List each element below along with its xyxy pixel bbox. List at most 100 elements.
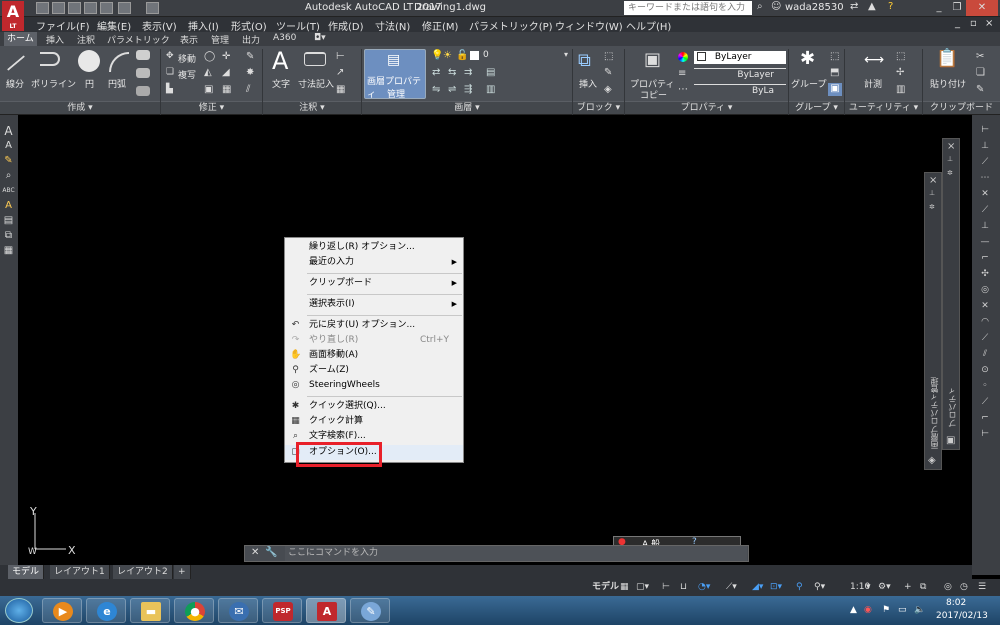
tab-manage[interactable]: 管理 xyxy=(211,33,229,46)
menu-help[interactable]: ヘルプ(H) xyxy=(626,18,671,33)
fillet-icon[interactable]: ◢ xyxy=(222,67,230,78)
group-icon[interactable]: ✱ xyxy=(800,48,815,69)
text-scale-icon[interactable]: A xyxy=(2,200,15,212)
polar-icon[interactable]: ⊔ xyxy=(680,581,687,594)
panel-draw-title[interactable]: 作成 ▾ xyxy=(0,101,160,114)
user-icon[interactable]: ☺ xyxy=(771,1,781,12)
osnap-from-icon[interactable]: ⌐ xyxy=(978,413,992,425)
palette-settings-icon[interactable]: ✲ xyxy=(929,203,935,211)
layer-palette-icon[interactable]: ◈ xyxy=(928,455,936,466)
osnap-apparent-icon[interactable]: ✕ xyxy=(978,189,992,201)
match-properties-icon[interactable]: ▣ xyxy=(644,49,661,70)
isodraft-icon[interactable]: ◔▾ xyxy=(698,581,710,594)
palette-pin-icon[interactable]: ⊥ xyxy=(929,189,935,197)
panel-clipboard-title[interactable]: クリップボード xyxy=(923,101,1000,114)
taskbar-chrome[interactable]: ● xyxy=(174,598,214,623)
tab-parametric[interactable]: パラメトリック xyxy=(107,33,170,46)
osnap-node-icon[interactable]: ⌐ xyxy=(978,253,992,265)
tab-layout1[interactable]: レイアウト1 xyxy=(50,565,110,579)
osnap-midpoint-icon[interactable]: ⊥ xyxy=(978,141,992,153)
menu-tools[interactable]: ツール(T) xyxy=(276,18,320,33)
lineweight-dropdown[interactable]: ByLayer xyxy=(694,68,786,81)
ctx-recent-input[interactable]: 最近の入力 ▶ xyxy=(285,255,463,270)
layer-manager-palette[interactable]: × ⊥ ✲ 画層プロパティ管理 ◈ xyxy=(924,172,942,470)
circle-icon[interactable] xyxy=(78,50,100,72)
ctx-repeat-options[interactable]: 繰り返し(R) オプション... xyxy=(285,240,463,255)
group-tool-label[interactable]: グループ xyxy=(791,77,826,90)
hatch-icon[interactable] xyxy=(136,68,150,78)
panel-modify-title[interactable]: 修正 ▾ xyxy=(161,101,262,114)
lineweight-icon[interactable]: ≡ xyxy=(678,68,686,79)
osnap-nearest-icon[interactable]: ⟋ xyxy=(978,333,992,345)
arc-tool-label[interactable]: 円弧 xyxy=(108,77,126,90)
linetype-dropdown[interactable]: ByLa xyxy=(694,84,786,97)
cut-icon[interactable]: ✂ xyxy=(976,51,984,62)
copy-clip-icon[interactable]: ❏ xyxy=(976,67,985,78)
menu-view[interactable]: 表示(V) xyxy=(142,18,177,33)
customize-icon[interactable]: ☰ xyxy=(978,581,986,594)
layer-tool-5-icon[interactable]: ⇋ xyxy=(432,84,440,95)
plus-icon[interactable]: + xyxy=(904,581,912,594)
osnap-extension-icon[interactable]: ⋯ xyxy=(978,173,992,185)
tab-model[interactable]: モデル xyxy=(8,565,45,579)
search-input[interactable]: キーワードまたは語句を入力 xyxy=(624,1,752,15)
osnap-tangent2-icon[interactable]: ◠ xyxy=(978,317,992,329)
menu-parametric[interactable]: パラメトリック(P) xyxy=(469,18,553,33)
text-style-icon[interactable]: A xyxy=(2,125,15,137)
ctx-redo[interactable]: ↷ やり直し(R) Ctrl+Y xyxy=(285,333,463,348)
group-edit-icon[interactable]: ⬒ xyxy=(830,67,839,78)
layer-tool-2-icon[interactable]: ⇆ xyxy=(448,67,456,78)
paste-icon[interactable]: 📋 xyxy=(936,48,958,69)
polyline-icon[interactable] xyxy=(40,52,60,66)
line-icon[interactable] xyxy=(6,55,26,71)
menu-window[interactable]: ウィンドウ(W) xyxy=(555,18,623,33)
hardware-accel-icon[interactable]: ◷ xyxy=(960,581,968,594)
line-tool-label[interactable]: 線分 xyxy=(6,77,24,90)
leader-icon[interactable]: ↗ xyxy=(336,67,344,78)
pencil-icon[interactable]: ✎ xyxy=(2,155,15,167)
osnap-perpendicular-icon[interactable]: ⊥ xyxy=(978,221,992,233)
tab-insert[interactable]: 挿入 xyxy=(46,33,64,46)
osnap-none-icon[interactable]: ⫽ xyxy=(978,349,992,361)
attribute-icon[interactable]: ◈ xyxy=(604,84,612,95)
lineweight-status-icon[interactable]: ⊡▾ xyxy=(770,581,782,594)
color-dropdown[interactable]: ByLayer xyxy=(694,51,786,64)
layer-freeze-icon[interactable]: ☀ xyxy=(443,50,452,61)
units-icon[interactable]: ⧉ xyxy=(920,581,926,594)
properties-palette[interactable]: × ⊥ ✲ プロパティ ▣ xyxy=(942,138,960,450)
panel-group-title[interactable]: グループ ▾ xyxy=(789,101,844,114)
rectangle-icon[interactable] xyxy=(136,50,150,60)
menu-format[interactable]: 形式(O) xyxy=(231,18,267,33)
layer-name-value[interactable]: 0 xyxy=(483,50,489,60)
annotation-visibility-icon[interactable]: ⚲ xyxy=(796,581,803,594)
scale-dropdown-icon[interactable]: ▾ xyxy=(866,581,871,594)
print-icon[interactable] xyxy=(100,2,113,14)
trim-icon[interactable]: ✛ xyxy=(222,51,230,62)
tray-network-icon[interactable]: ▭ xyxy=(898,605,907,615)
tab-annotate[interactable]: 注釈 xyxy=(77,33,95,46)
command-input[interactable]: ここにコマンドを入力 xyxy=(285,546,747,561)
measure-icon[interactable]: ⟷ xyxy=(864,52,884,68)
model-space-button[interactable]: モデル xyxy=(592,581,619,594)
undo-icon[interactable] xyxy=(118,2,131,14)
insert-block-icon[interactable]: ⧉ xyxy=(578,50,591,71)
ctx-zoom[interactable]: ⚲ ズーム(Z) xyxy=(285,363,463,378)
osnap-center-icon[interactable]: ⊙ xyxy=(978,365,992,377)
workspace-icon[interactable]: ⚙▾ xyxy=(878,581,891,594)
tab-output[interactable]: 出力 xyxy=(242,33,260,46)
open-file-icon[interactable] xyxy=(52,2,65,14)
find-icon[interactable]: ⌕ xyxy=(2,170,15,182)
osnap-temp-icon[interactable]: ⟋ xyxy=(978,397,992,409)
scale-icon[interactable]: ▣ xyxy=(204,84,213,95)
ortho-icon[interactable]: ⊢ xyxy=(662,581,670,594)
layer-on-icon[interactable]: 💡 xyxy=(431,50,443,61)
osnap-icon[interactable]: ◢▾ xyxy=(752,581,763,594)
copy-icon[interactable]: ❏ xyxy=(166,67,174,77)
color-wheel-icon[interactable] xyxy=(678,52,688,62)
ctx-pan[interactable]: ✋ 画面移動(A) xyxy=(285,348,463,363)
osnap-tangent-icon[interactable]: ⟋ xyxy=(978,205,992,217)
point-icon[interactable]: ✢ xyxy=(896,67,904,78)
calc-icon[interactable]: ▥ xyxy=(896,84,905,95)
osnap-insert-icon[interactable]: ✣ xyxy=(978,269,992,281)
insert-tool-label[interactable]: 挿入 xyxy=(579,77,597,90)
